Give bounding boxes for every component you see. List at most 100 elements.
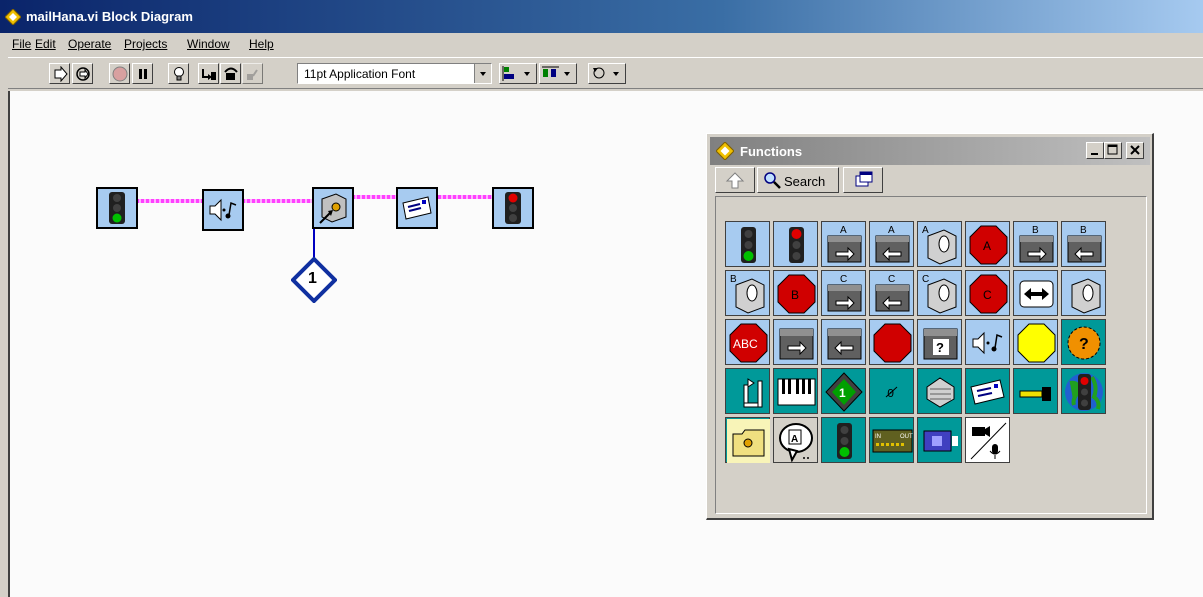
palette-plug-icon[interactable] bbox=[1013, 368, 1058, 414]
palette-motor-c-rev-icon[interactable]: C bbox=[869, 270, 914, 316]
palette-stop-b-icon[interactable]: B bbox=[773, 270, 818, 316]
palette-options-button[interactable] bbox=[843, 167, 883, 193]
font-dropdown[interactable]: 11pt Application Font bbox=[297, 63, 492, 84]
maximize-icon bbox=[1107, 144, 1118, 155]
minimize-button[interactable] bbox=[1086, 142, 1104, 159]
menu-bar: File Edit Operate Projects Window Help bbox=[0, 33, 1203, 55]
palette-rcx-board-icon[interactable] bbox=[917, 417, 962, 463]
palette-stop-red-icon[interactable] bbox=[869, 319, 914, 365]
svg-text:A: A bbox=[840, 225, 847, 236]
palette-timer-question-icon[interactable]: ? bbox=[1061, 319, 1106, 365]
palette-folder-icon[interactable] bbox=[725, 417, 770, 463]
palette-title-bar[interactable]: Functions bbox=[710, 137, 1150, 165]
pause-button[interactable] bbox=[132, 63, 153, 84]
palette-rcx-brick-icon[interactable] bbox=[773, 319, 818, 365]
step-into-button[interactable] bbox=[198, 63, 219, 84]
palette-loop-return-icon[interactable] bbox=[725, 368, 770, 414]
svg-text:?: ? bbox=[936, 340, 944, 355]
menu-help[interactable]: Help bbox=[249, 37, 274, 51]
menu-edit[interactable]: Edit bbox=[35, 37, 56, 51]
svg-text:OUT: OUT bbox=[900, 434, 913, 440]
labview-icon bbox=[5, 9, 21, 25]
labview-icon bbox=[716, 142, 734, 160]
menu-file[interactable]: File bbox=[12, 37, 31, 51]
palette-motor-a-sensor-icon[interactable]: A bbox=[917, 221, 962, 267]
traffic-light-green-node[interactable] bbox=[96, 187, 138, 229]
palette-motor-b-sensor-icon[interactable]: B bbox=[725, 270, 770, 316]
palette-sensor-icon[interactable] bbox=[1061, 270, 1106, 316]
palette-stop-c-icon[interactable]: C bbox=[965, 270, 1010, 316]
palette-motor-c-fwd-icon[interactable]: C bbox=[821, 270, 866, 316]
title-bar: mailHana.vi Block Diagram bbox=[0, 0, 1203, 33]
svg-text:C: C bbox=[983, 288, 992, 302]
palette-camera-mic-icon[interactable] bbox=[965, 417, 1010, 463]
svg-text:A: A bbox=[888, 225, 895, 236]
palette-speech-bubble-icon[interactable]: A bbox=[773, 417, 818, 463]
step-out-button[interactable] bbox=[242, 63, 263, 84]
svg-text:A: A bbox=[983, 239, 991, 253]
run-continuously-button[interactable] bbox=[72, 63, 93, 84]
palette-rcx-brick-left-icon[interactable] bbox=[821, 319, 866, 365]
palette-stop-abc-icon[interactable]: ABC bbox=[725, 319, 770, 365]
svg-text:0: 0 bbox=[887, 387, 894, 401]
palette-traffic-earth-icon[interactable] bbox=[1061, 368, 1106, 414]
palette-traffic-light-red-icon[interactable] bbox=[773, 221, 818, 267]
palette-mail-icon[interactable] bbox=[965, 368, 1010, 414]
svg-text:B: B bbox=[730, 274, 737, 285]
palette-motor-c-sensor-icon[interactable]: C bbox=[917, 270, 962, 316]
wire-1[interactable] bbox=[136, 199, 202, 203]
window-options-icon bbox=[855, 171, 873, 187]
speaker-note-node[interactable] bbox=[202, 189, 244, 231]
palette-cake-icon[interactable] bbox=[917, 368, 962, 414]
wire-4[interactable] bbox=[438, 195, 494, 199]
window-title: mailHana.vi Block Diagram bbox=[26, 9, 193, 24]
palette-motor-b-fwd-icon[interactable]: B bbox=[1013, 221, 1058, 267]
menu-operate[interactable]: Operate bbox=[68, 37, 111, 51]
palette-zero-constant-icon[interactable]: 0 bbox=[869, 368, 914, 414]
close-button[interactable] bbox=[1126, 142, 1144, 159]
palette-speaker-note-icon[interactable] bbox=[965, 319, 1010, 365]
run-button[interactable] bbox=[49, 63, 70, 84]
palette-traffic-light-green-icon[interactable] bbox=[725, 221, 770, 267]
block-diagram-window: mailHana.vi Block Diagram File Edit Oper… bbox=[0, 0, 1203, 597]
align-objects-button[interactable] bbox=[499, 63, 537, 84]
palette-yellow-octagon-icon[interactable] bbox=[1013, 319, 1058, 365]
palette-motor-b-rev-icon[interactable]: B bbox=[1061, 221, 1106, 267]
menu-projects[interactable]: Projects bbox=[124, 37, 167, 51]
maximize-button[interactable] bbox=[1104, 142, 1122, 159]
svg-text:IN: IN bbox=[875, 434, 881, 440]
step-over-button[interactable] bbox=[220, 63, 241, 84]
palette-stop-a-icon[interactable]: A bbox=[965, 221, 1010, 267]
palette-motor-a-rev-icon[interactable]: A bbox=[869, 221, 914, 267]
traffic-light-red-node[interactable] bbox=[492, 187, 534, 229]
palette-motor-a-fwd-icon[interactable]: A bbox=[821, 221, 866, 267]
svg-text:A: A bbox=[922, 225, 929, 236]
palette-two-way-arrow-icon[interactable] bbox=[1013, 270, 1058, 316]
palette-io-board-icon[interactable]: IN OUT bbox=[869, 417, 914, 463]
palette-rcx-nav-icon[interactable]: 1 bbox=[821, 368, 866, 414]
menu-edit-label: Edit bbox=[35, 37, 56, 51]
palette-traffic-light-teal-icon[interactable] bbox=[821, 417, 866, 463]
abort-button[interactable] bbox=[109, 63, 130, 84]
wire-2[interactable] bbox=[242, 199, 312, 203]
mail-node[interactable] bbox=[396, 187, 438, 229]
palette-rcx-question-icon[interactable]: ? bbox=[917, 319, 962, 365]
font-dropdown-value: 11pt Application Font bbox=[304, 67, 416, 81]
search-label: Search bbox=[784, 174, 826, 189]
step-out-icon bbox=[247, 69, 258, 80]
menu-window[interactable]: Window bbox=[187, 37, 230, 51]
up-button[interactable] bbox=[715, 167, 755, 193]
reorder-objects-button[interactable] bbox=[588, 63, 626, 84]
wire-3[interactable] bbox=[352, 195, 398, 199]
traffic-light-green-icon bbox=[109, 192, 125, 224]
palette-piano-icon[interactable] bbox=[773, 368, 818, 414]
svg-text:?: ? bbox=[1079, 336, 1089, 353]
distribute-objects-button[interactable] bbox=[539, 63, 577, 84]
step-over-icon bbox=[224, 67, 238, 80]
rcx-motor-node[interactable] bbox=[312, 187, 354, 229]
search-button[interactable]: Search bbox=[757, 167, 839, 193]
highlight-execution-button[interactable] bbox=[168, 63, 189, 84]
traffic-light-red-icon bbox=[505, 192, 521, 224]
chevron-down-icon bbox=[474, 64, 491, 83]
numeric-constant[interactable]: 1 bbox=[291, 257, 337, 303]
